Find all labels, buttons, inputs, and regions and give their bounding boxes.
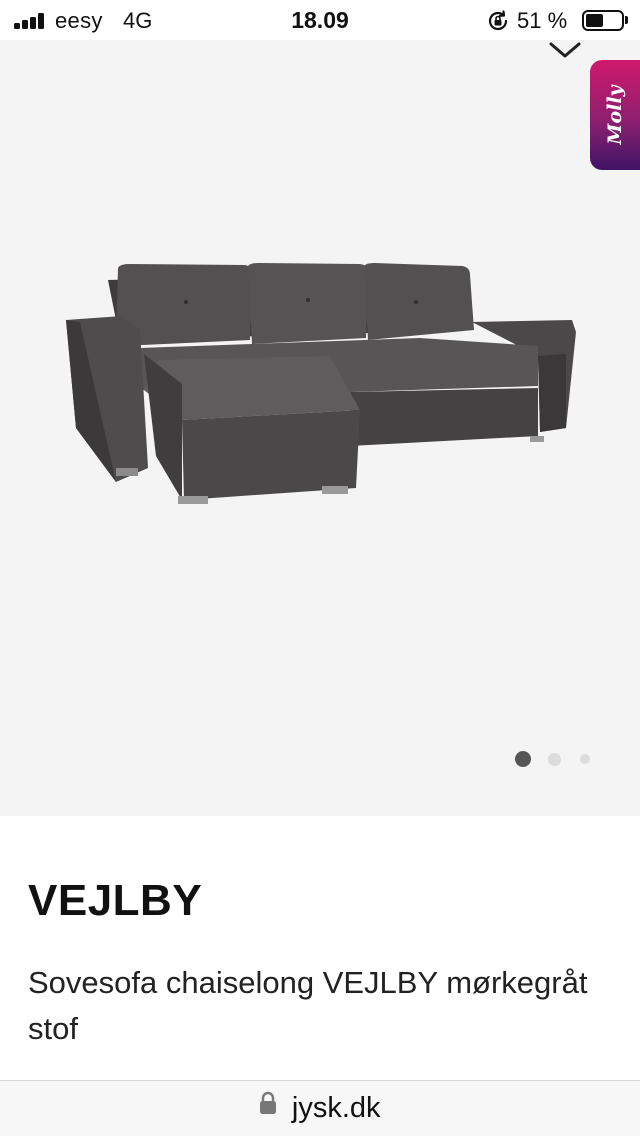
product-info: VEJLBY Sovesofa chaiselong VEJLBY mørkeg… — [0, 816, 640, 1080]
chevron-down-icon[interactable] — [548, 40, 582, 60]
rotation-lock-icon — [488, 10, 508, 31]
status-bar: eesy 4G 18.09 51 % — [0, 0, 640, 40]
battery-tip — [625, 16, 628, 24]
carousel-dot[interactable] — [548, 752, 561, 766]
address-content[interactable]: jysk.dk — [0, 1091, 640, 1125]
lock-icon — [260, 1091, 277, 1114]
carousel-dot[interactable] — [580, 754, 590, 764]
battery-percent: 51 % — [517, 8, 568, 33]
molly-chat-label: Molly — [604, 85, 626, 145]
battery-icon — [582, 10, 624, 31]
carousel-dot[interactable] — [515, 751, 531, 767]
url-text[interactable]: jysk.dk — [292, 1092, 381, 1125]
product-title: VEJLBY — [28, 876, 203, 925]
product-description: Sovesofa chaiselong VEJLBY mørkegråt sto… — [28, 965, 588, 1046]
browser-address-bar[interactable]: jysk.dk — [0, 1080, 640, 1136]
product-gallery[interactable]: Molly — [0, 40, 640, 816]
molly-chat-button[interactable]: Molly — [590, 60, 640, 170]
product-image-sofa[interactable] — [60, 260, 580, 510]
